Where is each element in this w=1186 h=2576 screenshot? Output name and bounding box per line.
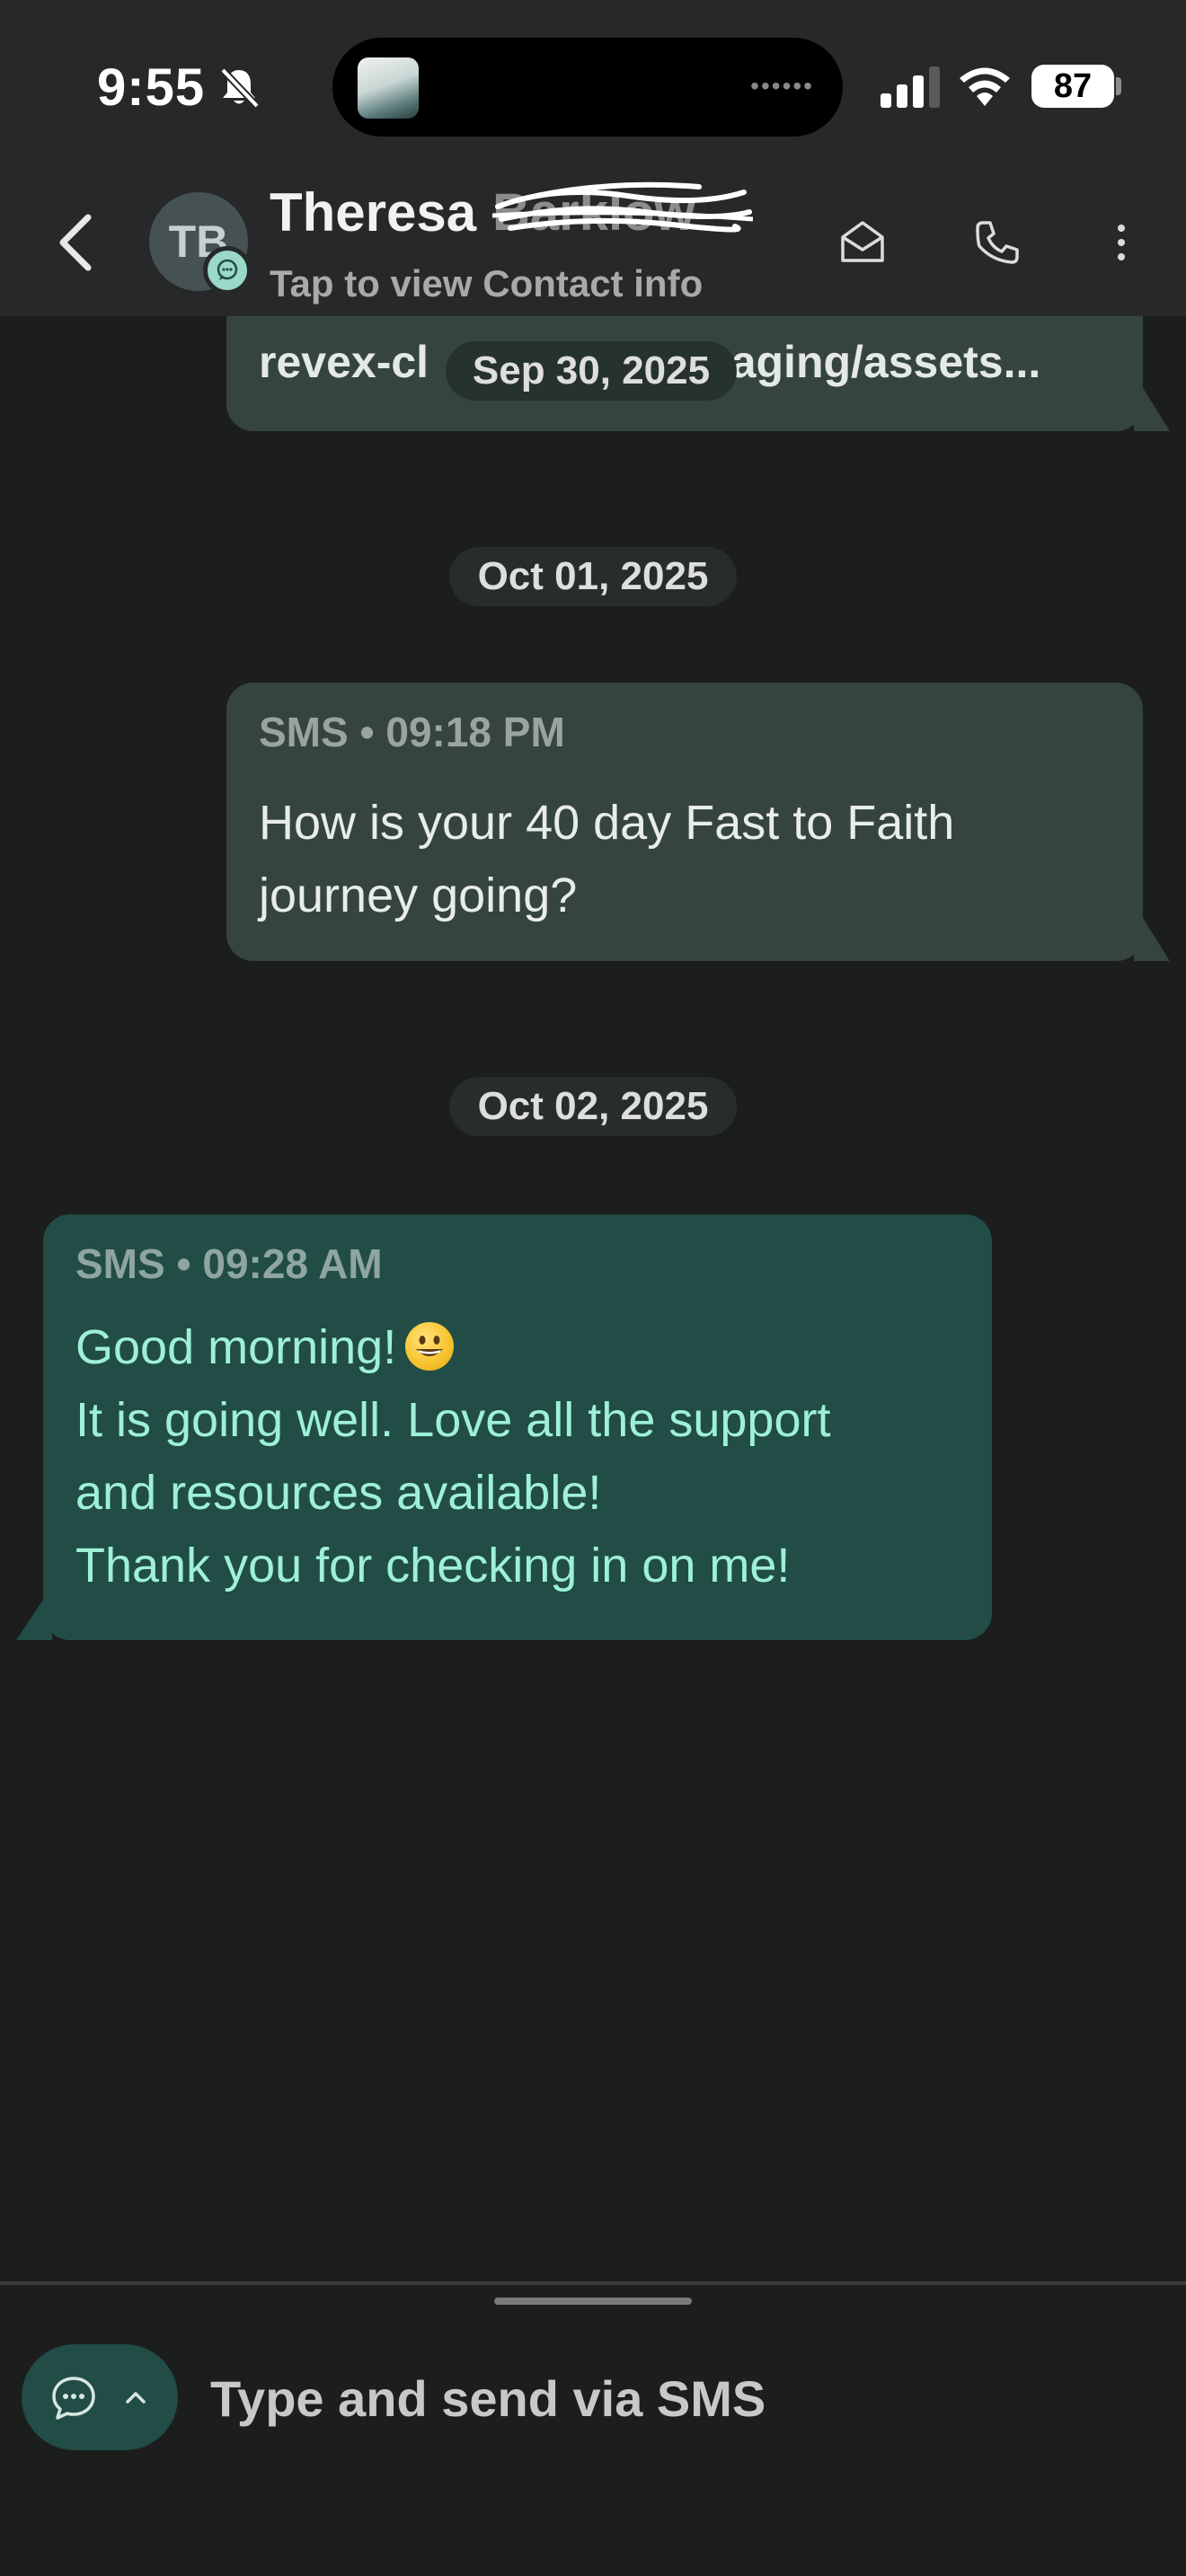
battery-icon: 87 <box>1031 65 1114 108</box>
message-time: 09:18 PM <box>385 709 565 755</box>
sms-channel-badge <box>203 246 252 295</box>
signal-icon <box>881 66 940 108</box>
message-line: journey going? <box>259 869 578 922</box>
composer-divider <box>0 2281 1186 2285</box>
message-line: Good morning! <box>75 1311 830 1384</box>
contact-name[interactable]: Theresa <box>270 181 476 243</box>
message-input[interactable] <box>210 2353 1145 2443</box>
dynamic-island: •••••• <box>332 38 843 137</box>
message-time: 09:28 AM <box>202 1240 383 1287</box>
phone-icon[interactable] <box>970 216 1024 269</box>
channel-switch-button[interactable] <box>22 2344 178 2450</box>
activity-dots-icon: •••••• <box>750 72 814 100</box>
message-bubble-outgoing[interactable]: SMS • 09:18 PM How is your 40 day Fast t… <box>226 683 1170 961</box>
more-vertical-icon[interactable] <box>1105 216 1137 269</box>
chat-bubble-icon <box>217 259 238 280</box>
message-text: Good morning! It is going well. Love all… <box>75 1311 830 1602</box>
message-channel: SMS <box>75 1240 165 1287</box>
chat-bubble-icon <box>52 2377 95 2420</box>
redaction-scribble: Barklow <box>492 181 753 242</box>
chat-screen: revex-cl taging/assets... Sep 30, 2025 Oc… <box>0 0 1186 2576</box>
message-line: How is your 40 day Fast to Faith <box>259 796 955 850</box>
email-icon[interactable] <box>836 216 890 269</box>
message-meta: SMS • 09:28 AM <box>75 1240 383 1287</box>
message-line: Thank you for checking in on me! <box>75 1539 791 1592</box>
back-button[interactable] <box>49 208 102 277</box>
message-line: It is going well. Love all the support <box>75 1393 831 1447</box>
grinning-face-emoji-icon <box>405 1322 455 1371</box>
date-separator: Oct 01, 2025 <box>449 547 737 606</box>
bubble-tail <box>1134 374 1170 431</box>
message-bubble-incoming[interactable]: SMS • 09:28 AM Good morning! It is going… <box>16 1214 992 1640</box>
date-separator: Oct 02, 2025 <box>449 1077 737 1136</box>
message-line: and resources available! <box>75 1466 602 1520</box>
message-meta: SMS • 09:18 PM <box>259 709 565 755</box>
battery-cap <box>1116 77 1121 95</box>
bubble-tail <box>16 1586 52 1640</box>
status-time: 9:55 <box>97 58 206 117</box>
message-channel: SMS <box>259 709 349 755</box>
chevron-up-icon <box>126 2392 146 2404</box>
date-separator: Sep 30, 2025 <box>446 341 737 401</box>
bell-slash-icon <box>220 67 260 109</box>
wifi-icon <box>960 67 1010 106</box>
battery-level: 87 <box>1053 67 1093 105</box>
contact-info-link[interactable]: Tap to view Contact info <box>270 262 703 305</box>
chat-header: 9:55 •••••• 87 TB Theresa Barklow Tap to… <box>0 0 1186 316</box>
composer-drag-handle[interactable] <box>494 2298 692 2305</box>
bubble-tail <box>1134 904 1170 961</box>
message-text: How is your 40 day Fast to Faith journey… <box>259 787 954 932</box>
app-thumbnail-icon <box>358 57 419 119</box>
